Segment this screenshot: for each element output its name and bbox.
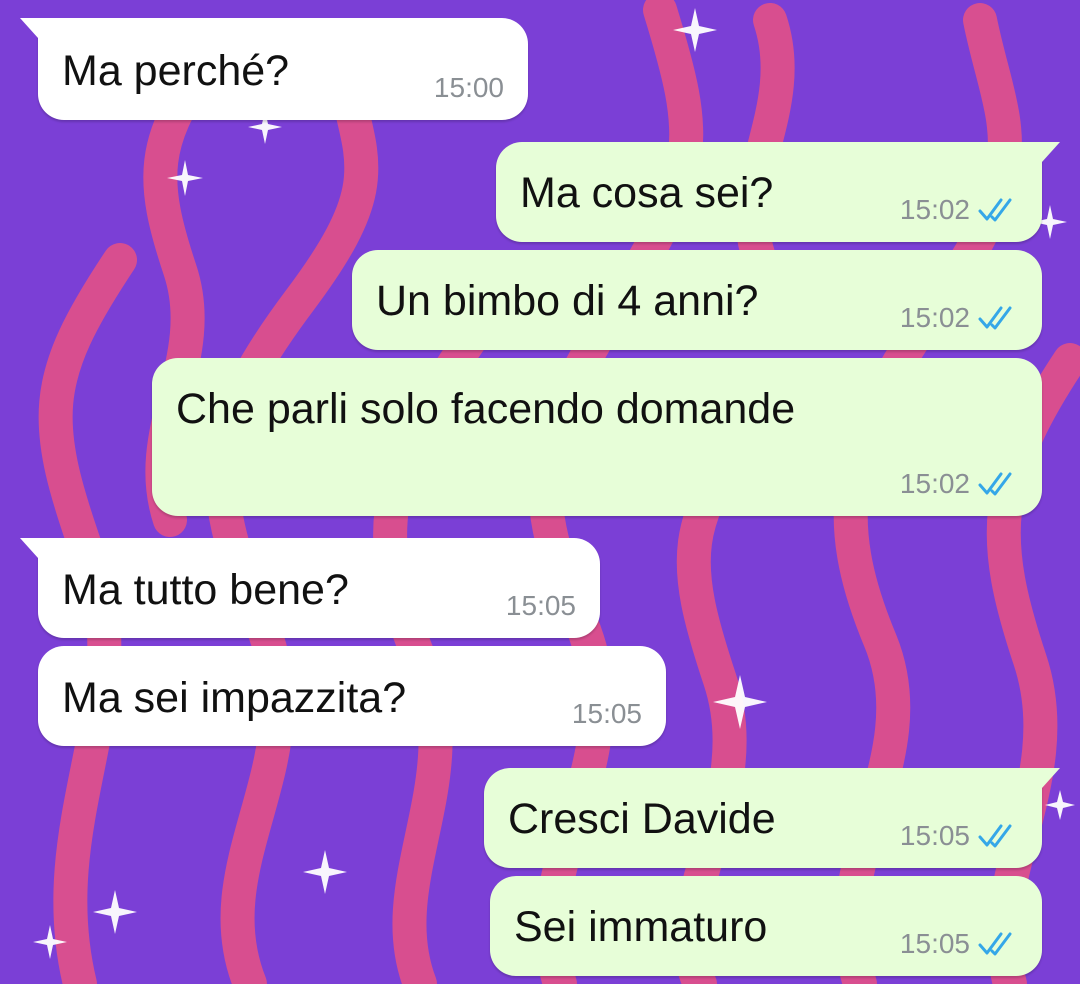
message-bubble-incoming[interactable]: Ma perché? 15:00 bbox=[20, 18, 528, 120]
message-time: 15:05 bbox=[571, 698, 642, 729]
message-time: 15:00 bbox=[433, 72, 504, 103]
message-bubble-outgoing[interactable]: Ma cosa sei? 15:02 bbox=[496, 142, 1060, 242]
message-meta: 15:05 bbox=[506, 592, 576, 620]
message-text: Un bimbo di 4 anni? bbox=[376, 277, 759, 325]
message-meta: 15:00 bbox=[434, 74, 504, 102]
message-time: 15:02 bbox=[899, 302, 970, 333]
message-text: Che parli solo facendo domande bbox=[176, 385, 796, 433]
message-time: 15:05 bbox=[899, 820, 970, 851]
message-text: Ma cosa sei? bbox=[520, 169, 774, 217]
double-check-icon bbox=[978, 932, 1012, 956]
message-text: Cresci Davide bbox=[508, 795, 776, 843]
message-text: Sei immaturo bbox=[514, 903, 768, 951]
message-meta: 15:05 bbox=[900, 822, 1020, 850]
message-time: 15:05 bbox=[505, 590, 576, 621]
message-time: 15:05 bbox=[899, 928, 970, 959]
message-bubble-outgoing[interactable]: Un bimbo di 4 anni? 15:02 bbox=[352, 250, 1042, 350]
message-text: Ma perché? bbox=[62, 47, 290, 95]
double-check-icon bbox=[978, 824, 1012, 848]
message-meta: 15:02 bbox=[900, 304, 1020, 332]
double-check-icon bbox=[978, 306, 1012, 330]
double-check-icon bbox=[978, 472, 1012, 496]
message-bubble-incoming[interactable]: Ma sei impazzita? 15:05 bbox=[38, 646, 666, 746]
message-bubble-outgoing[interactable]: Cresci Davide 15:05 bbox=[484, 768, 1060, 868]
message-text: Ma sei impazzita? bbox=[62, 674, 407, 722]
message-bubble-outgoing[interactable]: Sei immaturo 15:05 bbox=[490, 876, 1042, 976]
message-meta: 15:02 bbox=[900, 196, 1020, 224]
message-bubble-incoming[interactable]: Ma tutto bene? 15:05 bbox=[20, 538, 600, 638]
message-meta: 15:05 bbox=[900, 930, 1020, 958]
message-bubble-outgoing[interactable]: Che parli solo facendo domande 15:02 bbox=[152, 358, 1042, 516]
message-text: Ma tutto bene? bbox=[62, 566, 349, 614]
double-check-icon bbox=[978, 198, 1012, 222]
message-meta: 15:05 bbox=[572, 700, 642, 728]
message-time: 15:02 bbox=[899, 468, 970, 499]
message-meta: 15:02 bbox=[900, 470, 1020, 498]
message-time: 15:02 bbox=[899, 194, 970, 225]
